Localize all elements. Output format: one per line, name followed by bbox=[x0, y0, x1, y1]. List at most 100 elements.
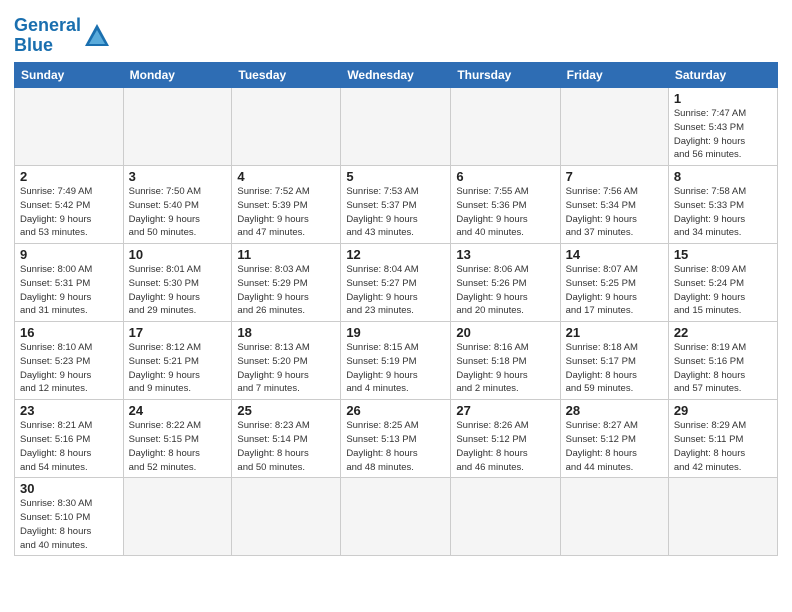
calendar-cell: 4Sunrise: 7:52 AM Sunset: 5:39 PM Daylig… bbox=[232, 166, 341, 244]
day-number: 1 bbox=[674, 91, 772, 106]
day-number: 18 bbox=[237, 325, 335, 340]
calendar-cell: 30Sunrise: 8:30 AM Sunset: 5:10 PM Dayli… bbox=[15, 478, 124, 556]
day-info: Sunrise: 7:47 AM Sunset: 5:43 PM Dayligh… bbox=[674, 107, 772, 162]
day-number: 16 bbox=[20, 325, 118, 340]
day-info: Sunrise: 8:09 AM Sunset: 5:24 PM Dayligh… bbox=[674, 263, 772, 318]
calendar-header-tuesday: Tuesday bbox=[232, 63, 341, 88]
calendar-cell bbox=[451, 478, 560, 556]
day-info: Sunrise: 8:22 AM Sunset: 5:15 PM Dayligh… bbox=[129, 419, 227, 474]
calendar-header-row: SundayMondayTuesdayWednesdayThursdayFrid… bbox=[15, 63, 778, 88]
calendar-cell bbox=[451, 88, 560, 166]
logo-blue-text: Blue bbox=[14, 35, 53, 55]
calendar-cell: 29Sunrise: 8:29 AM Sunset: 5:11 PM Dayli… bbox=[668, 400, 777, 478]
logo-blue: Blue bbox=[14, 35, 53, 55]
day-info: Sunrise: 8:27 AM Sunset: 5:12 PM Dayligh… bbox=[566, 419, 663, 474]
calendar-cell: 2Sunrise: 7:49 AM Sunset: 5:42 PM Daylig… bbox=[15, 166, 124, 244]
calendar-cell: 22Sunrise: 8:19 AM Sunset: 5:16 PM Dayli… bbox=[668, 322, 777, 400]
calendar-header-sunday: Sunday bbox=[15, 63, 124, 88]
calendar-cell: 8Sunrise: 7:58 AM Sunset: 5:33 PM Daylig… bbox=[668, 166, 777, 244]
calendar-page: General Blue SundayMondayTuesdayWednesda… bbox=[0, 0, 792, 612]
calendar-cell bbox=[232, 88, 341, 166]
calendar-cell: 6Sunrise: 7:55 AM Sunset: 5:36 PM Daylig… bbox=[451, 166, 560, 244]
day-number: 15 bbox=[674, 247, 772, 262]
day-info: Sunrise: 8:03 AM Sunset: 5:29 PM Dayligh… bbox=[237, 263, 335, 318]
day-number: 3 bbox=[129, 169, 227, 184]
calendar-cell: 11Sunrise: 8:03 AM Sunset: 5:29 PM Dayli… bbox=[232, 244, 341, 322]
day-info: Sunrise: 7:55 AM Sunset: 5:36 PM Dayligh… bbox=[456, 185, 554, 240]
calendar-cell: 20Sunrise: 8:16 AM Sunset: 5:18 PM Dayli… bbox=[451, 322, 560, 400]
day-info: Sunrise: 7:56 AM Sunset: 5:34 PM Dayligh… bbox=[566, 185, 663, 240]
day-info: Sunrise: 8:30 AM Sunset: 5:10 PM Dayligh… bbox=[20, 497, 118, 552]
calendar-cell bbox=[341, 478, 451, 556]
day-info: Sunrise: 8:10 AM Sunset: 5:23 PM Dayligh… bbox=[20, 341, 118, 396]
day-number: 4 bbox=[237, 169, 335, 184]
calendar-cell bbox=[560, 478, 668, 556]
calendar-cell: 23Sunrise: 8:21 AM Sunset: 5:16 PM Dayli… bbox=[15, 400, 124, 478]
calendar-cell: 13Sunrise: 8:06 AM Sunset: 5:26 PM Dayli… bbox=[451, 244, 560, 322]
calendar-cell: 28Sunrise: 8:27 AM Sunset: 5:12 PM Dayli… bbox=[560, 400, 668, 478]
day-info: Sunrise: 8:19 AM Sunset: 5:16 PM Dayligh… bbox=[674, 341, 772, 396]
day-number: 14 bbox=[566, 247, 663, 262]
calendar-cell: 27Sunrise: 8:26 AM Sunset: 5:12 PM Dayli… bbox=[451, 400, 560, 478]
calendar-table: SundayMondayTuesdayWednesdayThursdayFrid… bbox=[14, 62, 778, 556]
day-info: Sunrise: 8:13 AM Sunset: 5:20 PM Dayligh… bbox=[237, 341, 335, 396]
calendar-week-row: 1Sunrise: 7:47 AM Sunset: 5:43 PM Daylig… bbox=[15, 88, 778, 166]
calendar-cell: 3Sunrise: 7:50 AM Sunset: 5:40 PM Daylig… bbox=[123, 166, 232, 244]
day-number: 12 bbox=[346, 247, 445, 262]
day-number: 26 bbox=[346, 403, 445, 418]
calendar-cell: 5Sunrise: 7:53 AM Sunset: 5:37 PM Daylig… bbox=[341, 166, 451, 244]
calendar-header-friday: Friday bbox=[560, 63, 668, 88]
day-number: 30 bbox=[20, 481, 118, 496]
day-number: 20 bbox=[456, 325, 554, 340]
day-number: 10 bbox=[129, 247, 227, 262]
logo-text: General bbox=[14, 15, 81, 35]
day-number: 17 bbox=[129, 325, 227, 340]
calendar-cell: 1Sunrise: 7:47 AM Sunset: 5:43 PM Daylig… bbox=[668, 88, 777, 166]
calendar-cell: 7Sunrise: 7:56 AM Sunset: 5:34 PM Daylig… bbox=[560, 166, 668, 244]
day-number: 28 bbox=[566, 403, 663, 418]
day-number: 13 bbox=[456, 247, 554, 262]
calendar-cell: 12Sunrise: 8:04 AM Sunset: 5:27 PM Dayli… bbox=[341, 244, 451, 322]
day-info: Sunrise: 8:18 AM Sunset: 5:17 PM Dayligh… bbox=[566, 341, 663, 396]
calendar-cell: 9Sunrise: 8:00 AM Sunset: 5:31 PM Daylig… bbox=[15, 244, 124, 322]
day-number: 24 bbox=[129, 403, 227, 418]
day-info: Sunrise: 8:26 AM Sunset: 5:12 PM Dayligh… bbox=[456, 419, 554, 474]
day-number: 23 bbox=[20, 403, 118, 418]
calendar-cell: 18Sunrise: 8:13 AM Sunset: 5:20 PM Dayli… bbox=[232, 322, 341, 400]
calendar-cell: 26Sunrise: 8:25 AM Sunset: 5:13 PM Dayli… bbox=[341, 400, 451, 478]
calendar-week-row: 2Sunrise: 7:49 AM Sunset: 5:42 PM Daylig… bbox=[15, 166, 778, 244]
calendar-cell bbox=[668, 478, 777, 556]
day-number: 7 bbox=[566, 169, 663, 184]
logo-icon bbox=[83, 22, 111, 50]
calendar-cell bbox=[341, 88, 451, 166]
day-info: Sunrise: 7:52 AM Sunset: 5:39 PM Dayligh… bbox=[237, 185, 335, 240]
day-info: Sunrise: 8:12 AM Sunset: 5:21 PM Dayligh… bbox=[129, 341, 227, 396]
day-info: Sunrise: 7:58 AM Sunset: 5:33 PM Dayligh… bbox=[674, 185, 772, 240]
day-info: Sunrise: 8:01 AM Sunset: 5:30 PM Dayligh… bbox=[129, 263, 227, 318]
day-info: Sunrise: 8:15 AM Sunset: 5:19 PM Dayligh… bbox=[346, 341, 445, 396]
calendar-cell: 25Sunrise: 8:23 AM Sunset: 5:14 PM Dayli… bbox=[232, 400, 341, 478]
day-info: Sunrise: 7:49 AM Sunset: 5:42 PM Dayligh… bbox=[20, 185, 118, 240]
day-info: Sunrise: 7:50 AM Sunset: 5:40 PM Dayligh… bbox=[129, 185, 227, 240]
day-info: Sunrise: 7:53 AM Sunset: 5:37 PM Dayligh… bbox=[346, 185, 445, 240]
day-info: Sunrise: 8:04 AM Sunset: 5:27 PM Dayligh… bbox=[346, 263, 445, 318]
day-number: 6 bbox=[456, 169, 554, 184]
calendar-cell bbox=[123, 478, 232, 556]
day-number: 9 bbox=[20, 247, 118, 262]
calendar-header-wednesday: Wednesday bbox=[341, 63, 451, 88]
calendar-header-thursday: Thursday bbox=[451, 63, 560, 88]
logo: General Blue bbox=[14, 16, 111, 56]
calendar-cell bbox=[15, 88, 124, 166]
day-number: 22 bbox=[674, 325, 772, 340]
calendar-cell: 19Sunrise: 8:15 AM Sunset: 5:19 PM Dayli… bbox=[341, 322, 451, 400]
day-number: 8 bbox=[674, 169, 772, 184]
day-number: 27 bbox=[456, 403, 554, 418]
day-info: Sunrise: 8:25 AM Sunset: 5:13 PM Dayligh… bbox=[346, 419, 445, 474]
day-number: 2 bbox=[20, 169, 118, 184]
day-info: Sunrise: 8:23 AM Sunset: 5:14 PM Dayligh… bbox=[237, 419, 335, 474]
calendar-cell: 15Sunrise: 8:09 AM Sunset: 5:24 PM Dayli… bbox=[668, 244, 777, 322]
logo-general: General bbox=[14, 15, 81, 35]
day-info: Sunrise: 8:29 AM Sunset: 5:11 PM Dayligh… bbox=[674, 419, 772, 474]
calendar-cell: 17Sunrise: 8:12 AM Sunset: 5:21 PM Dayli… bbox=[123, 322, 232, 400]
day-info: Sunrise: 8:06 AM Sunset: 5:26 PM Dayligh… bbox=[456, 263, 554, 318]
